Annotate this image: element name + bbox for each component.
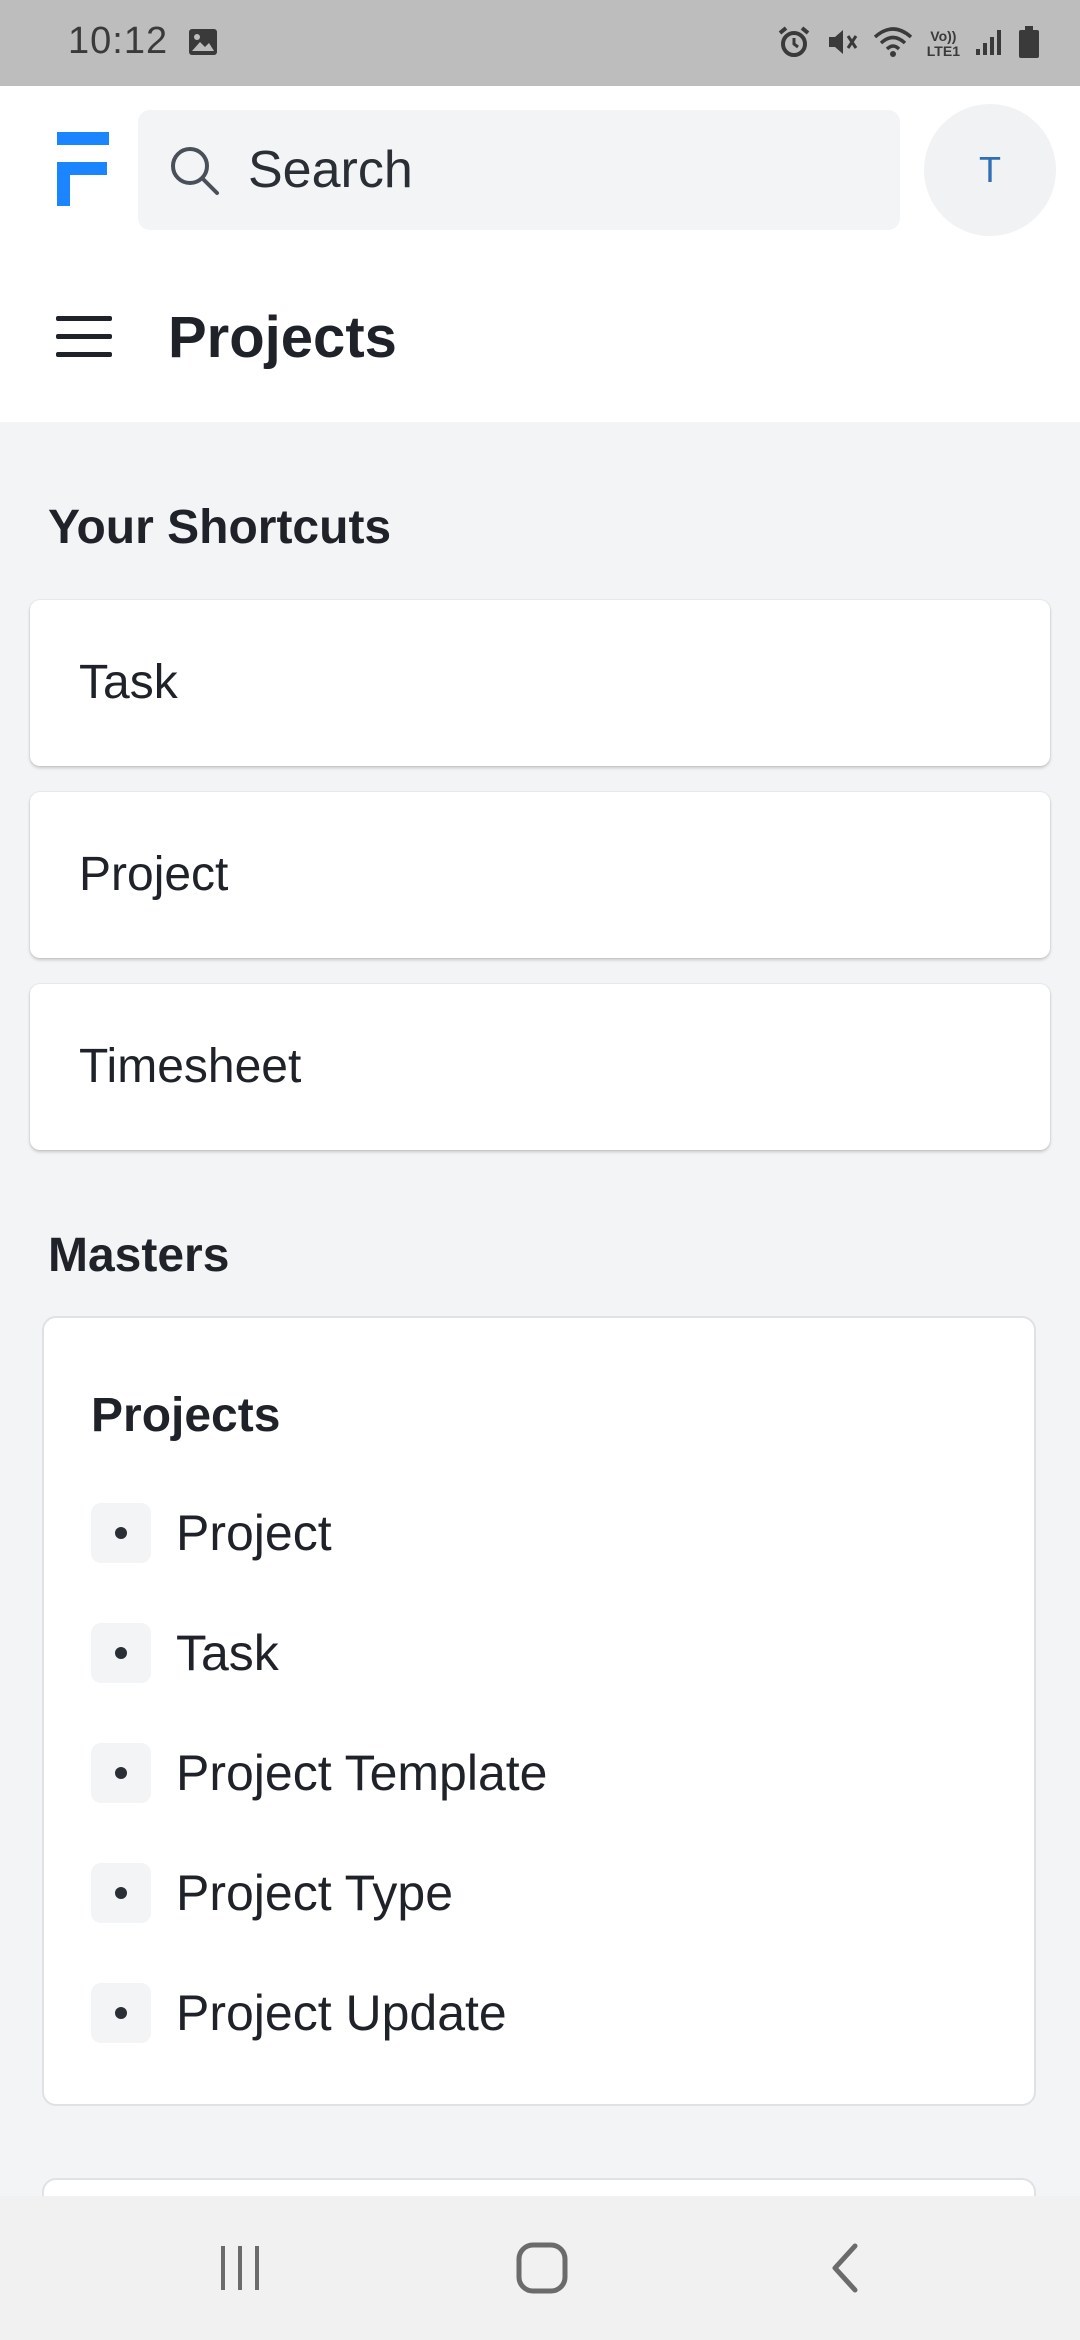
bullet-icon (91, 1983, 151, 2043)
master-item-project[interactable]: Project (91, 1503, 332, 1563)
masters-heading: Masters (48, 1229, 230, 1282)
shortcut-timesheet[interactable]: Timesheet (30, 984, 1050, 1150)
status-icons: Vo)) LTE1 (777, 24, 1040, 64)
shortcut-task[interactable]: Task (30, 600, 1050, 766)
shortcut-label: Task (79, 656, 178, 709)
master-item-task[interactable]: Task (91, 1623, 279, 1683)
app-logo[interactable] (57, 132, 109, 211)
home-icon[interactable] (502, 2236, 582, 2300)
master-item-label: Project Type (176, 1865, 454, 1921)
search-box[interactable] (138, 110, 900, 230)
master-item-label: Project (176, 1505, 332, 1561)
master-item-label: Project Update (176, 1985, 507, 2041)
search-icon (168, 144, 222, 203)
page-title: Projects (168, 305, 397, 370)
shortcuts-heading: Your Shortcuts (48, 501, 392, 554)
recents-icon[interactable] (200, 2236, 280, 2300)
alarm-icon (777, 25, 811, 64)
volte-label-top: Vo)) (930, 28, 957, 44)
shortcut-label: Timesheet (79, 1040, 302, 1093)
master-item-label: Task (176, 1625, 279, 1681)
signal-icon (974, 27, 1004, 62)
status-time: 10:12 (68, 20, 169, 62)
master-item-project-type[interactable]: Project Type (91, 1863, 453, 1923)
search-input[interactable] (248, 110, 868, 230)
masters-group-title: Projects (91, 1389, 281, 1442)
avatar[interactable]: T (924, 104, 1056, 236)
master-item-project-template[interactable]: Project Template (91, 1743, 547, 1803)
bullet-icon (91, 1503, 151, 1563)
shortcut-label: Project (79, 848, 229, 901)
shortcut-project[interactable]: Project (30, 792, 1050, 958)
masters-card-projects: Projects Project Task Project Template P… (42, 1316, 1036, 2106)
nav-bar (0, 2196, 1080, 2340)
volte-label-bottom: LTE1 (926, 43, 960, 59)
bullet-icon (91, 1743, 151, 1803)
bullet-icon (91, 1623, 151, 1683)
back-icon[interactable] (805, 2236, 885, 2300)
status-bar: 10:12 Vo)) LTE1 (0, 0, 1080, 86)
master-item-project-update[interactable]: Project Update (91, 1983, 507, 2043)
master-item-label: Project Template (176, 1745, 548, 1801)
bullet-icon (91, 1863, 151, 1923)
volte-icon: Vo)) LTE1 (927, 29, 960, 59)
wifi-icon (873, 25, 913, 64)
battery-icon (1018, 25, 1040, 64)
image-icon (188, 28, 218, 61)
menu-icon[interactable] (56, 316, 112, 358)
mute-icon (825, 25, 859, 64)
